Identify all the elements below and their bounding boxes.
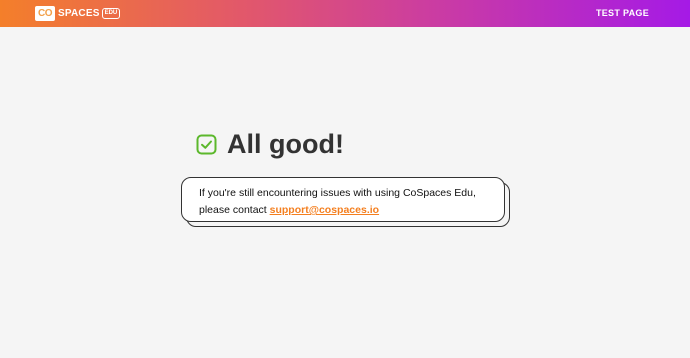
message-line-2-prefix: please contact — [199, 204, 270, 216]
message-line-1: If you're still encountering issues with… — [199, 187, 476, 199]
top-bar: CO SPACES EDU TEST PAGE — [0, 0, 690, 27]
logo-mark: CO — [35, 6, 55, 21]
test-page-link[interactable]: TEST PAGE — [596, 8, 649, 18]
card-body: If you're still encountering issues with… — [181, 177, 505, 222]
logo-text: SPACES — [58, 8, 100, 19]
message-card: If you're still encountering issues with… — [181, 177, 510, 227]
message-text: If you're still encountering issues with… — [199, 185, 476, 219]
support-email-link[interactable]: support@cospaces.io — [270, 204, 379, 216]
logo-edu-badge: EDU — [101, 8, 121, 19]
page-title: All good! — [227, 129, 344, 159]
status-heading: All good! — [196, 127, 344, 161]
cospaces-edu-logo[interactable]: CO SPACES EDU — [35, 6, 121, 21]
message-line-2: please contact support@cospaces.io — [199, 202, 476, 219]
checkmark-icon — [196, 134, 217, 154]
